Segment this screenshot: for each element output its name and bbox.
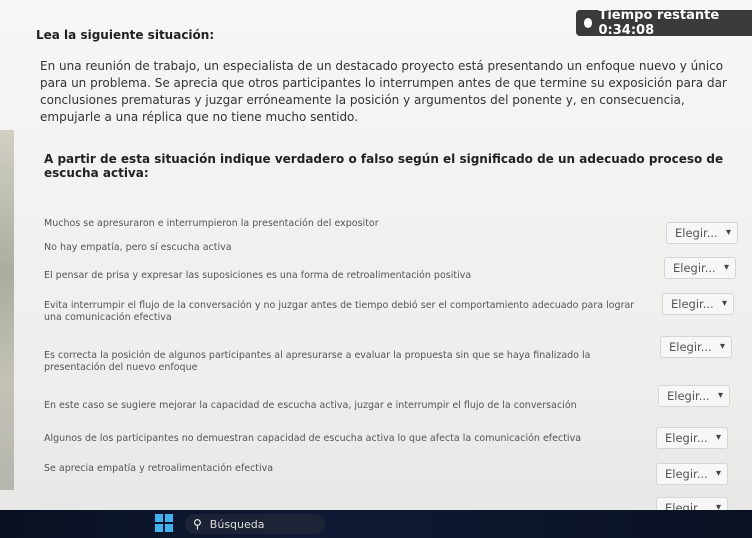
situation-heading: Lea la siguiente situación: [36, 28, 215, 42]
windows-start-icon[interactable] [155, 514, 173, 532]
item-1-select-value: Elegir... [675, 226, 718, 240]
chevron-down-icon: ▾ [721, 298, 727, 309]
item-4-select[interactable]: Elegir... ▾ [660, 336, 732, 358]
item-2-select-value: Elegir... [673, 261, 716, 275]
item-1-select[interactable]: Elegir... ▾ [666, 222, 738, 244]
situation-text: En una reunión de trabajo, un especialis… [40, 59, 727, 124]
item-6-select[interactable]: Elegir... ▾ [656, 427, 728, 449]
item-8-text: Se aprecia empatía y retroalimentación e… [44, 463, 274, 474]
item-5-select-value: Elegir... [667, 389, 710, 403]
taskbar-search[interactable]: ⚲ Búsqueda [185, 514, 325, 534]
question-prompt: A partir de esta situación indique verda… [44, 152, 724, 180]
item-1-text: Muchos se apresuraron e interrumpieron l… [44, 218, 379, 229]
time-remaining-label: Tiempo restante 0:34:08 [598, 8, 720, 38]
quiz-page: Tiempo restante 0:34:08 Lea la siguiente… [0, 0, 752, 538]
chevron-down-icon: ▾ [715, 432, 721, 443]
item-5-select[interactable]: Elegir... ▾ [658, 385, 730, 407]
item-2-select[interactable]: Elegir... ▾ [664, 257, 736, 279]
item-4-select-value: Elegir... [669, 340, 712, 354]
item-7-select[interactable]: Elegir... ▾ [656, 463, 728, 485]
item-5-text: Es correcta la posición de algunos parti… [44, 350, 591, 373]
chevron-down-icon: ▾ [725, 227, 731, 238]
item-3-select[interactable]: Elegir... ▾ [662, 293, 734, 315]
search-icon: ⚲ [193, 517, 202, 531]
item-3-select-value: Elegir... [671, 297, 714, 311]
chevron-down-icon: ▾ [715, 468, 721, 479]
chevron-down-icon: ▾ [717, 390, 723, 401]
chevron-down-icon: ▾ [723, 262, 729, 273]
item-7-select-value: Elegir... [665, 467, 708, 481]
time-remaining-badge: Tiempo restante 0:34:08 [576, 8, 752, 38]
item-4-text: Evita interrumpir el flujo de la convers… [44, 300, 635, 323]
item-2-text: No hay empatía, pero sí escucha activa [44, 242, 232, 253]
background-edge [0, 130, 14, 490]
item-3-text: El pensar de prisa y expresar las suposi… [44, 270, 472, 281]
taskbar [0, 510, 752, 538]
taskbar-search-label: Búsqueda [209, 517, 265, 531]
item-6-select-value: Elegir... [665, 431, 708, 445]
chevron-down-icon: ▾ [719, 341, 725, 352]
clock-icon [584, 18, 593, 28]
item-6-text: En este caso se sugiere mejorar la capac… [44, 400, 577, 411]
item-7-text: Algunos de los participantes no demuestr… [44, 433, 582, 444]
